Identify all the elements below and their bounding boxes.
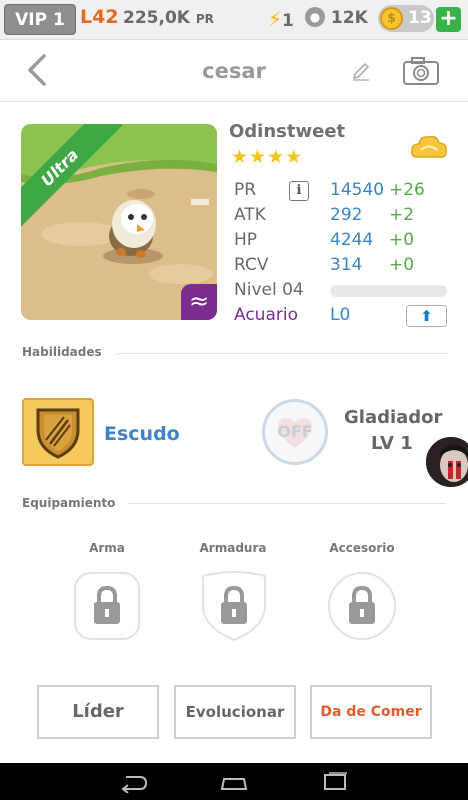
- skills-header: Habilidades: [22, 345, 102, 359]
- stat-row-pr: PR i 14540 +26: [231, 180, 451, 205]
- evolve-button[interactable]: Evolucionar: [174, 685, 296, 739]
- player-pr-value: 225,0K: [123, 8, 190, 28]
- arrow-up-icon: ⬆: [420, 307, 433, 325]
- armor-slot[interactable]: [199, 570, 269, 642]
- back-icon[interactable]: [118, 771, 148, 793]
- page-header: cesar: [0, 40, 468, 102]
- recents-icon[interactable]: [320, 771, 350, 793]
- equip-slot-label: Accesorio: [329, 541, 395, 555]
- element-badge: ≈: [181, 284, 217, 320]
- stat-value: 292: [330, 205, 363, 225]
- stat-row-hp: HP 4244 +0: [231, 230, 451, 255]
- accessory-slot[interactable]: [327, 570, 397, 642]
- player-level: L42: [80, 6, 119, 28]
- leader-skill-name: Gladiador: [344, 407, 443, 428]
- stat-value: 4244: [330, 230, 374, 250]
- weapon-slot[interactable]: [72, 570, 142, 642]
- pet-stats: PR i 14540 +26 ATK 292 +2 HP 4244 +0 RCV…: [231, 180, 451, 330]
- info-icon[interactable]: i: [289, 181, 309, 201]
- stat-row-atk: ATK 292 +2: [231, 205, 451, 230]
- leader-skill-off-icon[interactable]: OFF: [262, 399, 328, 465]
- pet-name: Odinstweet: [229, 121, 346, 142]
- pet-stars: ★★★★: [231, 146, 304, 168]
- stat-bonus: +2: [389, 205, 415, 225]
- stat-label: RCV: [234, 255, 269, 275]
- element-value: L0: [330, 305, 351, 325]
- system-nav-bar: [0, 763, 468, 800]
- coin-value: 13: [408, 8, 432, 28]
- stat-value: 14540: [330, 180, 385, 200]
- element-label: Acuario: [234, 305, 298, 325]
- level-label: Nivel 04: [234, 280, 304, 300]
- vip-badge[interactable]: VIP 1: [4, 4, 76, 35]
- feed-button[interactable]: Da de Comer: [310, 685, 432, 739]
- page-title: cesar: [202, 59, 266, 83]
- coin-icon: $: [380, 7, 403, 30]
- skill-name[interactable]: Escudo: [104, 423, 180, 445]
- equip-slot-label: Armadura: [199, 541, 267, 555]
- player-pr: 225,0K PR: [123, 8, 214, 28]
- stat-bonus: +0: [389, 230, 415, 250]
- stat-row-level: Nivel 04: [231, 280, 451, 305]
- add-coins-button[interactable]: +: [436, 7, 461, 32]
- stat-label: PR: [234, 180, 257, 200]
- paw-value: 12K: [330, 8, 368, 28]
- stat-row-element: Acuario L0 ⬆: [231, 305, 451, 330]
- paw-counter: ● 12K: [305, 7, 368, 28]
- coin-counter: $ 13: [378, 5, 434, 32]
- stat-label: ATK: [234, 205, 266, 225]
- upgrade-button[interactable]: ⬆: [406, 305, 447, 327]
- energy-value: 1: [282, 11, 294, 31]
- player-pr-suffix: PR: [195, 12, 214, 26]
- stat-bonus: +0: [389, 255, 415, 275]
- avatar[interactable]: [424, 435, 468, 489]
- equip-slot-label: Arma: [89, 541, 125, 555]
- off-label: OFF: [277, 422, 313, 441]
- stat-value: 314: [330, 255, 363, 275]
- stat-row-rcv: RCV 314 +0: [231, 255, 451, 280]
- pencil-icon[interactable]: [350, 60, 372, 86]
- level-progress-bar: [330, 285, 447, 297]
- cloud-icon[interactable]: [409, 131, 449, 167]
- stat-label: HP: [234, 230, 258, 250]
- pet-portrait[interactable]: Ultra ≈: [21, 124, 217, 320]
- status-bar: VIP 1 L42 225,0K PR ⚡1 ● 12K $ 13 +: [0, 0, 468, 40]
- equipment-header: Equipamiento: [22, 496, 116, 510]
- shield-icon[interactable]: [22, 398, 94, 466]
- energy-counter: ⚡1: [268, 7, 294, 31]
- home-icon[interactable]: [219, 771, 249, 793]
- camera-icon[interactable]: [402, 56, 440, 90]
- divider: [128, 503, 446, 504]
- divider: [116, 353, 446, 354]
- leader-skill-level: LV 1: [371, 433, 413, 454]
- stat-bonus: +26: [389, 180, 425, 200]
- paw-icon: ●: [305, 7, 325, 27]
- leader-button[interactable]: Líder: [37, 685, 159, 739]
- lightning-icon: ⚡: [268, 7, 283, 31]
